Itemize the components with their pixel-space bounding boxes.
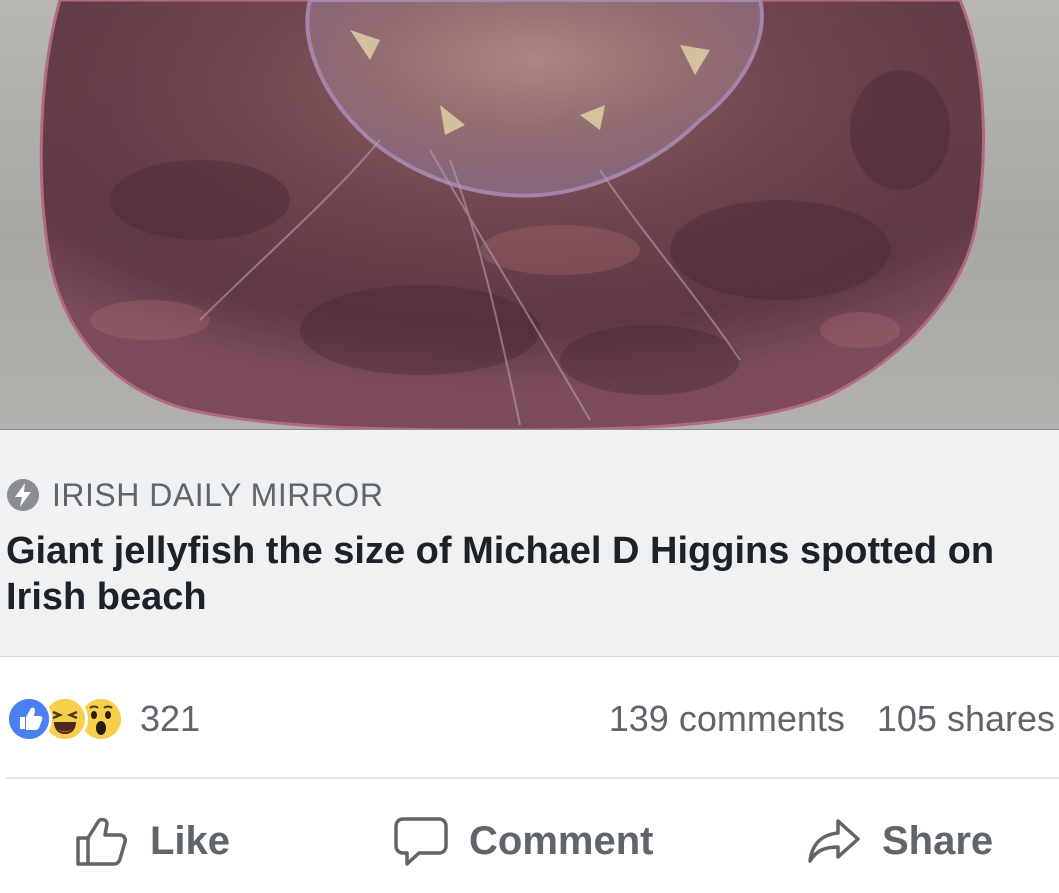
comment-share-counts: 139 comments 105 shares: [609, 696, 1055, 742]
jellyfish-image: [39, 0, 985, 430]
thumbs-up-icon: [76, 817, 127, 866]
engagement-stats: 321 139 comments 105 shares: [0, 658, 1059, 778]
like-button[interactable]: Like: [74, 813, 230, 869]
share-label: Share: [882, 819, 994, 863]
link-source: IRISH DAILY MIRROR: [6, 478, 383, 512]
post-actions: Like Comment Share: [0, 779, 1059, 893]
source-name: IRISH DAILY MIRROR: [52, 477, 384, 513]
shares-count[interactable]: 105 shares: [877, 696, 1055, 742]
reaction-count: 321: [140, 698, 201, 739]
jellyfish-photo[interactable]: [0, 0, 1059, 430]
lightning-bolt-icon: [7, 479, 39, 511]
comment-label: Comment: [469, 819, 654, 863]
news-feed-post: IRISH DAILY MIRROR Giant jellyfish the s…: [0, 0, 1059, 893]
share-button[interactable]: Share: [806, 813, 993, 869]
like-reaction-icon: [6, 696, 52, 742]
speech-bubble-icon: [394, 817, 448, 866]
like-label: Like: [150, 819, 231, 863]
article-headline[interactable]: Giant jellyfish the size of Michael D Hi…: [6, 528, 1051, 620]
share-arrow-icon: [808, 819, 860, 863]
reactions-summary[interactable]: 321: [6, 696, 200, 742]
link-preview[interactable]: IRISH DAILY MIRROR Giant jellyfish the s…: [0, 430, 1059, 657]
comment-button[interactable]: Comment: [393, 813, 653, 869]
comments-count[interactable]: 139 comments: [609, 696, 845, 742]
